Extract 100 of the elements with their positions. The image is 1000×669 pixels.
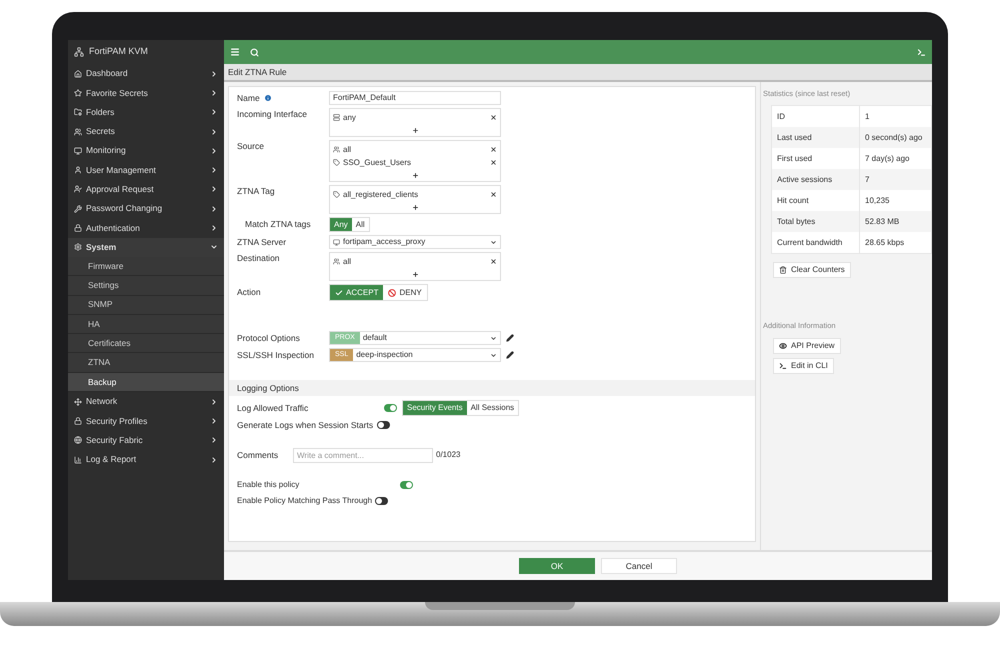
sidebar-subitem[interactable]: HA xyxy=(68,314,224,334)
sidebar-item[interactable]: Approval Request xyxy=(68,180,224,200)
folder-icon xyxy=(74,108,82,116)
sidebar-subitem[interactable]: Backup xyxy=(68,372,224,392)
field-label: Source xyxy=(237,140,265,153)
table-cell-text: 7 day(s) ago xyxy=(864,152,910,165)
remove-icon[interactable] xyxy=(490,159,497,166)
sidebar-subitem[interactable]: Firmware xyxy=(68,256,224,276)
field-label: Match ZTNA tags xyxy=(244,218,312,231)
trash-icon xyxy=(779,266,787,274)
section-header: Logging Options xyxy=(229,380,755,396)
add-icon[interactable] xyxy=(412,126,418,134)
remove-icon[interactable] xyxy=(490,146,497,153)
remove-icon[interactable] xyxy=(490,191,497,198)
edit-icon[interactable] xyxy=(506,334,514,342)
server-icon xyxy=(333,114,340,121)
add-icon[interactable] xyxy=(412,270,418,278)
edit-icon[interactable] xyxy=(506,351,514,359)
clear-counters-button[interactable]: Clear Counters xyxy=(773,262,851,278)
chevron-icon xyxy=(210,456,218,464)
toggle-switch[interactable] xyxy=(375,496,388,505)
segment-option[interactable]: Any xyxy=(330,218,352,231)
ok-button[interactable]: OK xyxy=(519,558,595,574)
sidebar-item[interactable]: Network xyxy=(68,392,224,412)
field-label: Action xyxy=(237,286,262,299)
chevron-icon xyxy=(210,88,218,97)
multi-select-field[interactable]: any xyxy=(329,108,501,137)
sidebar-subitem[interactable]: Certificates xyxy=(68,334,224,354)
chevron-icon xyxy=(210,166,218,174)
comment-field[interactable]: Write a comment... xyxy=(293,448,433,463)
field-label: Enable this policy xyxy=(237,478,300,491)
chevron-icon xyxy=(210,204,218,213)
users-icon xyxy=(74,128,82,136)
ban-icon xyxy=(388,288,396,296)
sidebar-item[interactable]: User Management xyxy=(68,160,224,180)
menu-icon[interactable] xyxy=(230,47,240,57)
chevron-icon xyxy=(210,243,218,252)
table-cell-text: 0 second(s) ago xyxy=(864,132,922,144)
multi-select-field[interactable]: all xyxy=(329,252,501,281)
remove-icon[interactable] xyxy=(490,114,497,121)
field-label: Destination xyxy=(237,252,281,265)
add-icon[interactable] xyxy=(412,172,418,178)
multi-select-field[interactable]: all_registered_clients xyxy=(329,185,501,214)
character-counter: 0/1023 xyxy=(436,449,460,462)
chevron-icon xyxy=(210,185,218,194)
sidebar-item[interactable]: Dashboard xyxy=(68,64,224,84)
sidebar-item[interactable]: Security Profiles xyxy=(68,411,224,431)
search-icon[interactable] xyxy=(250,48,259,56)
check-icon xyxy=(335,288,343,296)
user-check-icon xyxy=(74,185,82,194)
sidebar-item[interactable]: Monitoring xyxy=(68,141,224,160)
field-label: Log Allowed Traffic xyxy=(237,402,310,414)
panel-button[interactable]: API Preview xyxy=(773,338,841,354)
page-title: Edit ZTNA Rule xyxy=(228,66,287,78)
multi-select-field[interactable]: all SSO_Guest_Users xyxy=(329,140,501,182)
app-title: FortiPAM KVM xyxy=(89,45,148,58)
sidebar-item[interactable]: Log & Report xyxy=(68,450,224,470)
field-label: Generate Logs when Session Starts xyxy=(237,419,374,432)
sidebar-item[interactable]: Folders xyxy=(68,102,224,122)
selected-entry: SSO_Guest_Users xyxy=(343,156,412,168)
home-icon xyxy=(74,70,82,78)
lock-icon xyxy=(74,224,82,232)
selected-entry: all xyxy=(343,256,352,268)
table-cell-text: 7 xyxy=(864,174,870,186)
sidebar-subitem[interactable]: SNMP xyxy=(68,296,224,315)
users-icon xyxy=(333,146,340,153)
caret-icon xyxy=(490,334,497,342)
caret-icon xyxy=(490,352,497,358)
segment-option[interactable]: Security Events xyxy=(403,401,467,415)
panel-button[interactable]: Edit in CLI xyxy=(773,358,834,374)
info-icon[interactable] xyxy=(264,94,272,102)
toggle-switch[interactable] xyxy=(400,480,413,489)
chevron-icon xyxy=(210,70,218,78)
toggle-switch[interactable] xyxy=(377,421,390,430)
add-icon[interactable] xyxy=(412,204,418,210)
sidebar-subitem[interactable]: Settings xyxy=(68,276,224,296)
action-option[interactable]: ACCEPT xyxy=(330,285,384,300)
sidebar-item[interactable]: Authentication xyxy=(68,218,224,238)
logo-icon xyxy=(74,47,84,57)
lock-icon xyxy=(74,416,82,425)
selected-entry: all xyxy=(343,144,352,156)
text-field[interactable]: FortiPAM_Default xyxy=(329,91,501,105)
cancel-button[interactable]: Cancel xyxy=(601,558,677,574)
table-cell: Current bandwidth xyxy=(772,232,860,254)
sidebar-item[interactable]: Secrets xyxy=(68,122,224,142)
settings-icon xyxy=(74,243,82,252)
sidebar-item[interactable]: Password Changing xyxy=(68,199,224,218)
wrench-icon xyxy=(74,204,82,213)
tag-icon xyxy=(333,191,340,198)
select-field[interactable]: fortipam_access_proxy xyxy=(329,235,501,249)
sidebar-item[interactable]: Security Fabric xyxy=(68,430,224,450)
field-label: Name xyxy=(237,92,260,104)
toggle-switch[interactable] xyxy=(384,404,397,412)
remove-icon[interactable] xyxy=(490,258,497,265)
star-icon xyxy=(74,88,82,97)
chevron-icon xyxy=(210,146,218,155)
move-icon xyxy=(74,398,82,406)
terminal-icon[interactable] xyxy=(917,48,926,56)
sidebar-item[interactable]: Favorite Secrets xyxy=(68,83,224,103)
field-label: ZTNA Tag xyxy=(237,185,276,198)
